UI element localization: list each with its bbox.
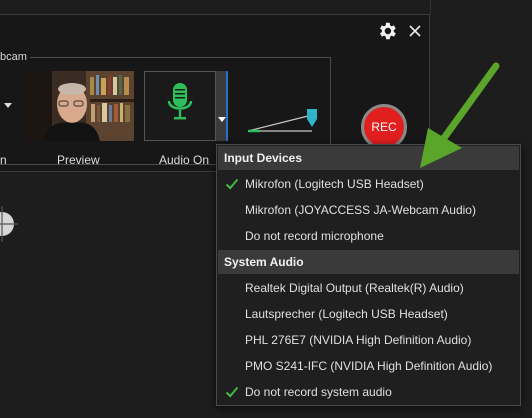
menu-item-label: Realtek Digital Output (Realtek(R) Audio… — [245, 281, 464, 295]
webcam-preview-image — [26, 71, 134, 141]
menu-item-system-none[interactable]: Do not record system audio — [218, 379, 519, 405]
audio-toggle-button[interactable] — [144, 71, 216, 141]
left-dropdown-arrow[interactable] — [4, 103, 12, 108]
menu-item-label: Mikrofon (Logitech USB Headset) — [245, 177, 424, 191]
checkmark-icon — [225, 178, 239, 190]
microphone-icon — [167, 83, 193, 120]
panel-title-bar — [0, 15, 429, 45]
menu-item-label: Do not record system audio — [245, 385, 392, 399]
menu-header-system-audio: System Audio — [218, 250, 519, 274]
menu-item-label: Mikrofon (JOYACCESS JA-Webcam Audio) — [245, 203, 476, 217]
audio-dropdown-button[interactable] — [216, 71, 228, 141]
volume-slope-icon — [247, 109, 317, 133]
crosshair-icon — [0, 206, 18, 242]
menu-item-system-logitech[interactable]: Lautsprecher (Logitech USB Headset) — [218, 301, 519, 327]
close-button[interactable] — [404, 20, 426, 42]
menu-item-input-joyaccess[interactable]: Mikrofon (JOYACCESS JA-Webcam Audio) — [218, 197, 519, 223]
annotation-arrow-icon — [420, 62, 500, 168]
audio-label: Audio On — [159, 153, 210, 167]
webcam-group-label: bcam — [0, 50, 30, 64]
chevron-down-icon — [218, 117, 226, 122]
preview-label: Preview — [57, 153, 100, 167]
menu-item-label: PHL 276E7 (NVIDIA High Definition Audio) — [245, 333, 472, 347]
cut-off-label: n — [0, 153, 7, 167]
menu-item-label: Lautsprecher (Logitech USB Headset) — [245, 307, 448, 321]
background-divider — [430, 0, 431, 14]
checkmark-icon — [225, 386, 239, 398]
menu-item-input-none[interactable]: Do not record microphone — [218, 223, 519, 249]
menu-item-label: Do not record microphone — [245, 229, 384, 243]
webcam-preview[interactable] — [26, 71, 134, 141]
menu-item-system-phl[interactable]: PHL 276E7 (NVIDIA High Definition Audio) — [218, 327, 519, 353]
menu-item-system-realtek[interactable]: Realtek Digital Output (Realtek(R) Audio… — [218, 275, 519, 301]
close-icon — [409, 25, 421, 37]
audio-device-menu: Input Devices Mikrofon (Logitech USB Hea… — [216, 144, 521, 406]
menu-item-system-pmo[interactable]: PMO S241-IFC (NVIDIA High Definition Aud… — [218, 353, 519, 379]
audio-level-slider[interactable] — [246, 105, 322, 135]
menu-item-label: PMO S241-IFC (NVIDIA High Definition Aud… — [245, 359, 493, 373]
settings-button[interactable] — [376, 20, 398, 42]
gear-icon — [380, 22, 396, 40]
